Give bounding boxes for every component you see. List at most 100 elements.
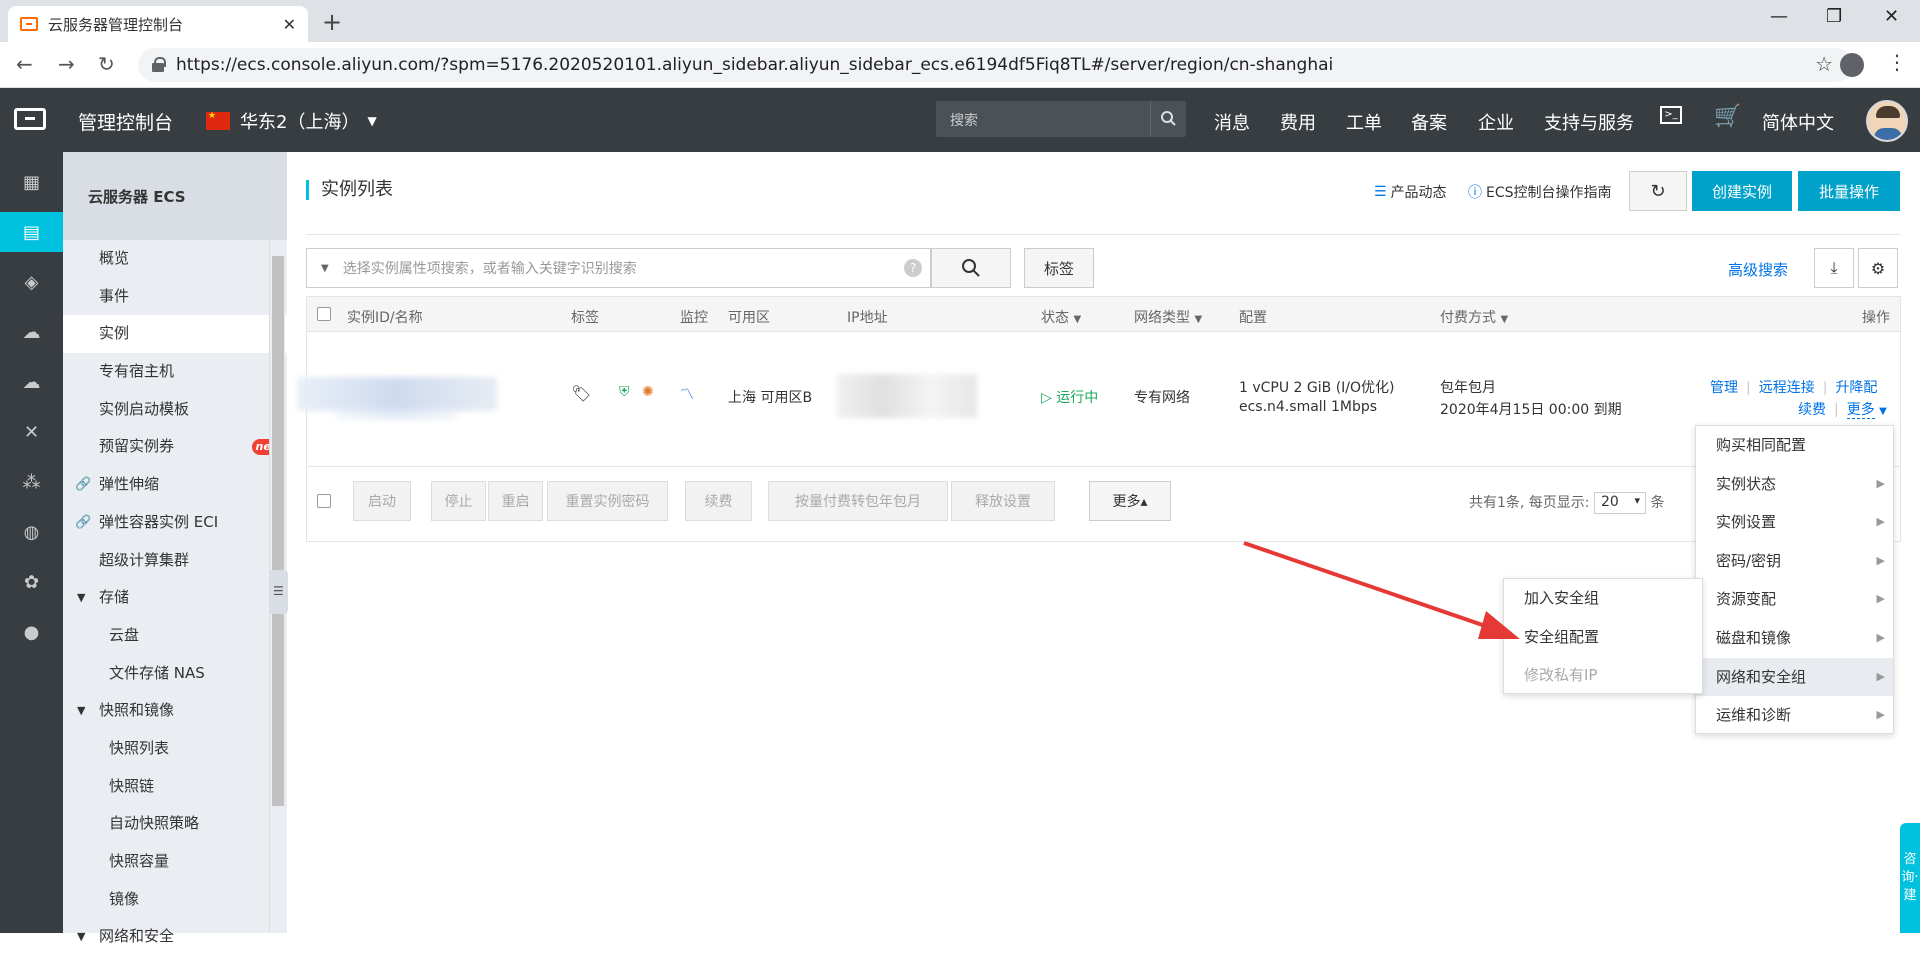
sidebar-item-auto-snapshot-policy[interactable]: 自动快照策略 <box>63 805 287 843</box>
nav-billing[interactable]: 费用 <box>1280 109 1316 135</box>
console-title[interactable]: 管理控制台 <box>78 108 173 135</box>
sidebar-item-dedicated-hosts[interactable]: 专有宿主机 <box>63 353 287 391</box>
sidebar-collapse-icon[interactable]: ☰ <box>270 570 288 614</box>
cart-icon[interactable]: 🛒 <box>1714 104 1741 129</box>
col-network[interactable]: 网络类型 ▼ <box>1134 307 1202 327</box>
bookmark-star-icon[interactable]: ☆ <box>1815 52 1833 76</box>
sidebar-item-overview[interactable]: 概览 <box>63 240 287 278</box>
remote-connect-link[interactable]: 远程连接 <box>1759 380 1815 396</box>
export-button[interactable]: ⤓ <box>1814 248 1854 288</box>
sidebar-item-launch-templates[interactable]: 实例启动模板 <box>63 391 287 429</box>
ecs-guide-link[interactable]: ⓘ ECS控制台操作指南 <box>1468 182 1612 202</box>
cluster-icon[interactable]: ⁂ <box>0 462 63 502</box>
menu-item-join-security-group[interactable]: 加入安全组 <box>1504 579 1702 618</box>
more-actions-link[interactable]: 更多 <box>1846 402 1875 419</box>
globe-icon[interactable]: ◍ <box>0 512 63 552</box>
menu-item-resize[interactable]: 资源变配 ▶ <box>1696 580 1893 619</box>
url-input[interactable]: https://ecs.console.aliyun.com/?spm=5176… <box>138 48 1853 82</box>
back-icon[interactable]: ← <box>16 52 33 76</box>
refresh-button[interactable]: ↻ <box>1629 171 1687 211</box>
search-icon[interactable] <box>1150 101 1186 137</box>
menu-item-instance-status[interactable]: 实例状态 ▶ <box>1696 465 1893 504</box>
minimize-icon[interactable]: — <box>1770 6 1788 27</box>
sidebar-item-cloud-disk[interactable]: 云盘 <box>63 617 287 655</box>
cdn-icon[interactable]: ✿ <box>0 562 63 602</box>
monitor-chart-icon[interactable]: 〽 <box>680 384 694 404</box>
renew-button[interactable]: 续费 <box>685 481 752 521</box>
restore-icon[interactable]: ❐ <box>1826 6 1842 27</box>
help-icon[interactable]: ? <box>904 259 922 277</box>
terminal-icon[interactable]: >_ <box>1660 106 1682 124</box>
tag-filter-button[interactable]: 标签 <box>1024 248 1094 288</box>
sidebar-item-reserved-instances[interactable]: 预留实例券new <box>63 428 287 466</box>
sidebar-item-snapshot-chain[interactable]: 快照链 <box>63 768 287 806</box>
batch-operations-button[interactable]: 批量操作 <box>1798 171 1900 211</box>
menu-item-password-key[interactable]: 密码/密钥 ▶ <box>1696 542 1893 581</box>
menu-item-disk-image[interactable]: 磁盘和镜像 ▶ <box>1696 619 1893 658</box>
sidebar-item-eci[interactable]: 🔗 弹性容器实例 ECI <box>63 504 287 542</box>
sidebar-item-nas[interactable]: 文件存储 NAS <box>63 655 287 693</box>
avatar[interactable] <box>1866 100 1908 142</box>
sidebar-item-images[interactable]: 镜像 <box>63 881 287 919</box>
reset-password-button[interactable]: 重置实例密码 <box>547 481 668 521</box>
nav-language[interactable]: 简体中文 <box>1762 109 1834 135</box>
browser-tab[interactable]: 云服务器管理控制台 ✕ <box>8 6 308 42</box>
menu-item-security-group-config[interactable]: 安全组配置 <box>1504 618 1702 657</box>
network-icon[interactable]: ✕ <box>0 412 63 452</box>
tag-icon[interactable]: 🏷 <box>571 384 591 403</box>
col-billing[interactable]: 付费方式 ▼ <box>1440 307 1508 327</box>
advanced-search-link[interactable]: 高级搜索 <box>1728 259 1788 280</box>
new-tab-icon[interactable]: + <box>322 8 342 36</box>
select-all-checkbox[interactable] <box>317 307 331 321</box>
renew-link[interactable]: 续费 <box>1798 402 1826 418</box>
col-status[interactable]: 状态 ▼ <box>1041 307 1081 327</box>
footer-select-checkbox[interactable] <box>317 494 331 508</box>
nav-enterprise[interactable]: 企业 <box>1478 109 1514 135</box>
menu-item-buy-same[interactable]: 购买相同配置 <box>1696 426 1893 465</box>
sidebar-group-snapshots[interactable]: ▼ 快照和镜像 <box>63 692 287 730</box>
top-search-input[interactable]: 搜索 <box>936 101 1186 137</box>
col-instance-id[interactable]: 实例ID/名称 <box>347 307 423 327</box>
instance-search-input[interactable]: ▼ 选择实例属性项搜索，或者输入关键字识别搜索 ? <box>306 248 931 288</box>
start-button[interactable]: 启动 <box>353 481 411 521</box>
profile-icon[interactable] <box>1840 53 1864 77</box>
menu-item-network-security[interactable]: 网络和安全组 ▶ <box>1696 657 1893 697</box>
restart-button[interactable]: 重启 <box>488 481 543 521</box>
database-icon[interactable]: ◈ <box>0 262 63 302</box>
sidebar-group-network-security[interactable]: ▼ 网络和安全 <box>63 918 287 956</box>
cloud-upload-icon[interactable]: ☁ <box>0 362 63 402</box>
forward-icon[interactable]: → <box>58 52 75 76</box>
color-wheel-icon[interactable]: ✺ <box>642 384 654 400</box>
sidebar-item-super-computing[interactable]: 超级计算集群 <box>63 542 287 580</box>
window-close-icon[interactable]: ✕ <box>1884 6 1899 27</box>
product-news-link[interactable]: ☰ 产品动态 <box>1374 182 1447 202</box>
aliyun-logo-icon[interactable] <box>14 108 46 130</box>
apps-grid-icon[interactable]: ▦ <box>0 162 63 202</box>
sidebar-item-auto-scaling[interactable]: 🔗 弹性伸缩 <box>63 466 287 504</box>
ecs-server-icon[interactable]: ▤ <box>0 212 63 252</box>
sidebar-group-storage[interactable]: ▼ 存储 <box>63 579 287 617</box>
sidebar-item-snapshot-capacity[interactable]: 快照容量 <box>63 843 287 881</box>
security-shield-icon[interactable]: ⛨ <box>619 384 630 400</box>
create-instance-button[interactable]: 创建实例 <box>1692 171 1792 211</box>
stop-button[interactable]: 停止 <box>431 481 486 521</box>
page-size-select[interactable]: 20 <box>1593 492 1646 514</box>
more-footer-button[interactable]: 更多▴ <box>1089 481 1171 521</box>
close-tab-icon[interactable]: ✕ <box>283 15 296 34</box>
release-settings-button[interactable]: 释放设置 <box>951 481 1055 521</box>
scrollbar-thumb[interactable] <box>272 256 284 806</box>
consult-widget[interactable]: 咨询·建 <box>1900 823 1920 933</box>
sidebar-item-snapshot-list[interactable]: 快照列表 <box>63 730 287 768</box>
reload-icon[interactable]: ↻ <box>98 52 115 76</box>
menu-item-instance-settings[interactable]: 实例设置 ▶ <box>1696 503 1893 542</box>
convert-billing-button[interactable]: 按量付费转包年包月 <box>768 481 948 521</box>
nav-tickets[interactable]: 工单 <box>1346 109 1382 135</box>
sidebar-item-instances[interactable]: 实例 <box>63 315 287 354</box>
nav-support[interactable]: 支持与服务 <box>1544 109 1634 135</box>
upgrade-downgrade-link[interactable]: 升降配 <box>1835 380 1877 396</box>
menu-item-ops-diagnose[interactable]: 运维和诊断 ▶ <box>1696 696 1893 735</box>
nav-icp[interactable]: 备案 <box>1411 109 1447 135</box>
circle-icon[interactable]: ● <box>0 612 63 652</box>
sidebar-item-events[interactable]: 事件 <box>63 278 287 316</box>
search-button[interactable] <box>931 248 1011 288</box>
